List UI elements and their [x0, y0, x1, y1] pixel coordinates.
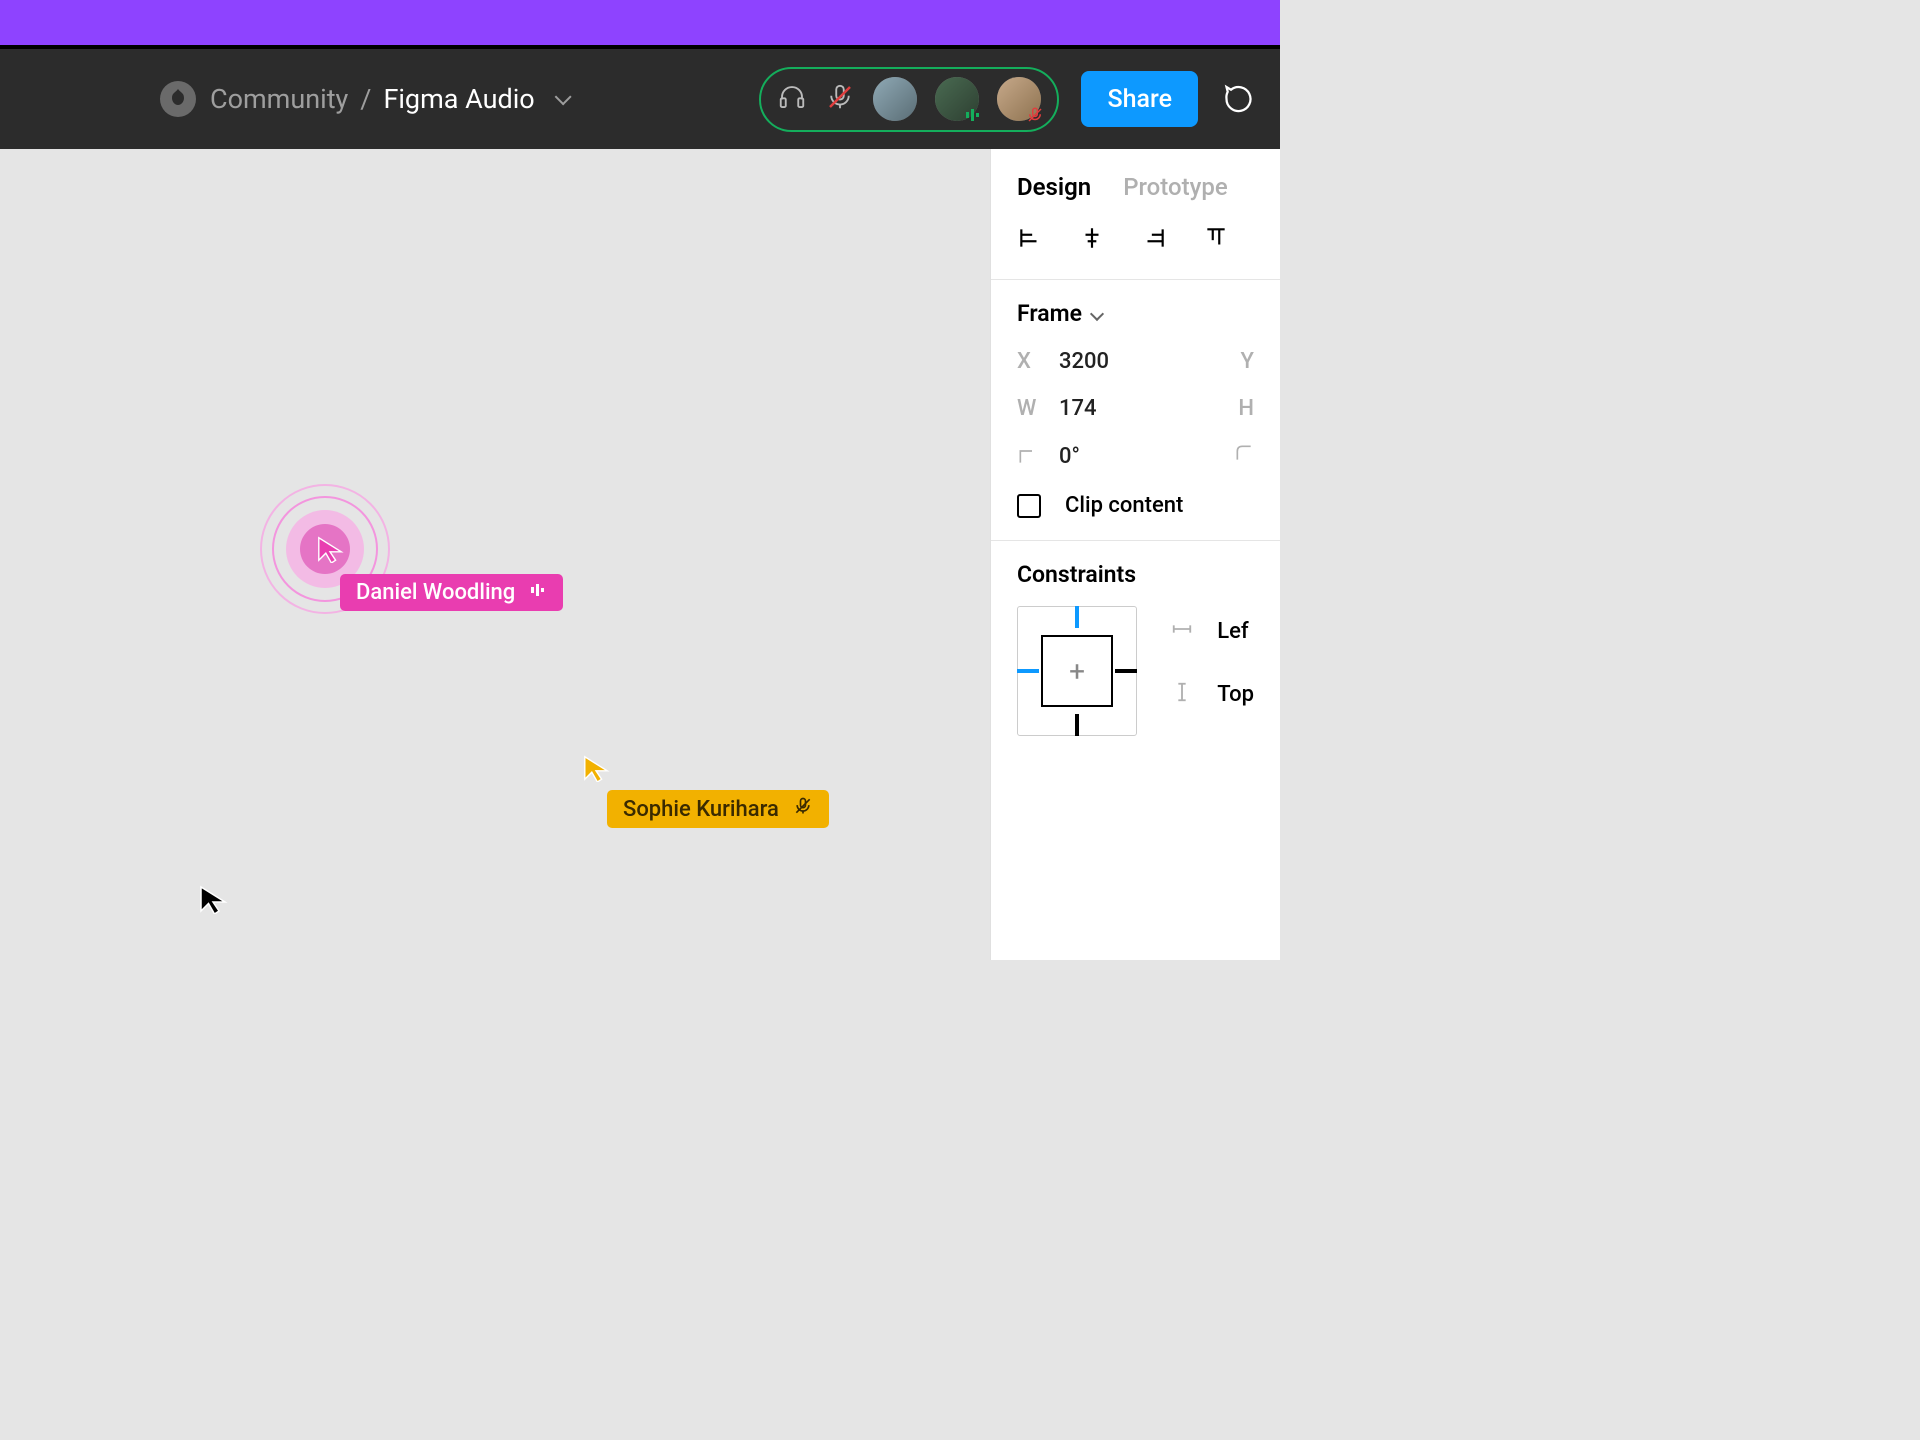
avatar-user-1[interactable]: [873, 77, 917, 121]
right-panel: Design Prototype Frame X 3200 Y W 174 H: [990, 149, 1280, 960]
clip-content-checkbox[interactable]: [1017, 494, 1041, 518]
headphones-icon[interactable]: [777, 82, 807, 116]
cursor-label-yellow: Sophie Kurihara: [607, 790, 829, 828]
tab-prototype[interactable]: Prototype: [1123, 173, 1228, 201]
constraint-h-value[interactable]: Lef: [1217, 619, 1248, 644]
mic-muted-icon[interactable]: [825, 82, 855, 116]
section-constraints-title: Constraints: [1017, 561, 1136, 588]
chevron-down-icon[interactable]: [1090, 306, 1104, 320]
clip-content-label: Clip content: [1065, 493, 1183, 518]
label-x: X: [1017, 349, 1059, 374]
section-frame-title[interactable]: Frame: [1017, 300, 1082, 327]
cursor-arrow-icon: [316, 535, 344, 567]
label-y: Y: [1241, 349, 1254, 374]
canvas-area[interactable]: Daniel Woodling Sophie Kurihara Design P…: [0, 149, 1280, 960]
chevron-down-icon[interactable]: [554, 88, 571, 105]
corner-radius-icon: [1234, 443, 1254, 469]
speaking-bars-icon: [529, 580, 547, 605]
value-w[interactable]: 174: [1059, 396, 1199, 421]
vertical-icon: [1171, 681, 1197, 708]
speaking-badge-icon: [963, 105, 983, 125]
label-h: H: [1238, 396, 1254, 421]
avatar-user-2[interactable]: [935, 77, 979, 121]
team-avatar-icon[interactable]: [160, 81, 196, 117]
cursor-name-pink: Daniel Woodling: [356, 580, 515, 605]
user-cursor-icon: [198, 884, 228, 918]
label-w: W: [1017, 396, 1059, 421]
breadcrumb-team[interactable]: Community: [210, 83, 348, 115]
align-right-icon[interactable]: [1141, 225, 1167, 255]
align-top-icon[interactable]: [1203, 225, 1229, 255]
avatar-user-3[interactable]: [997, 77, 1041, 121]
comments-icon[interactable]: [1220, 79, 1260, 119]
horizontal-icon: [1171, 618, 1197, 645]
constraint-v-value[interactable]: Top: [1217, 682, 1254, 707]
muted-badge-icon: [1025, 105, 1045, 125]
breadcrumb-file[interactable]: Figma Audio: [383, 83, 534, 115]
mic-muted-icon: [793, 796, 813, 822]
cursor-name-yellow: Sophie Kurihara: [623, 797, 779, 822]
breadcrumb-sep: /: [360, 83, 371, 115]
rotation-icon: [1017, 446, 1059, 466]
value-rotation[interactable]: 0°: [1059, 444, 1199, 469]
cursor-arrow-icon: [582, 754, 610, 786]
cursor-label-pink: Daniel Woodling: [340, 574, 563, 611]
tab-design[interactable]: Design: [1017, 173, 1091, 201]
banner-bar: [0, 0, 1280, 45]
constraints-widget[interactable]: [1017, 606, 1137, 736]
align-left-icon[interactable]: [1017, 225, 1043, 255]
top-toolbar: Community / Figma Audio: [0, 49, 1280, 149]
value-x[interactable]: 3200: [1059, 349, 1199, 374]
share-button[interactable]: Share: [1081, 71, 1198, 127]
align-center-h-icon[interactable]: [1079, 225, 1105, 255]
audio-call-pill[interactable]: [759, 67, 1059, 132]
